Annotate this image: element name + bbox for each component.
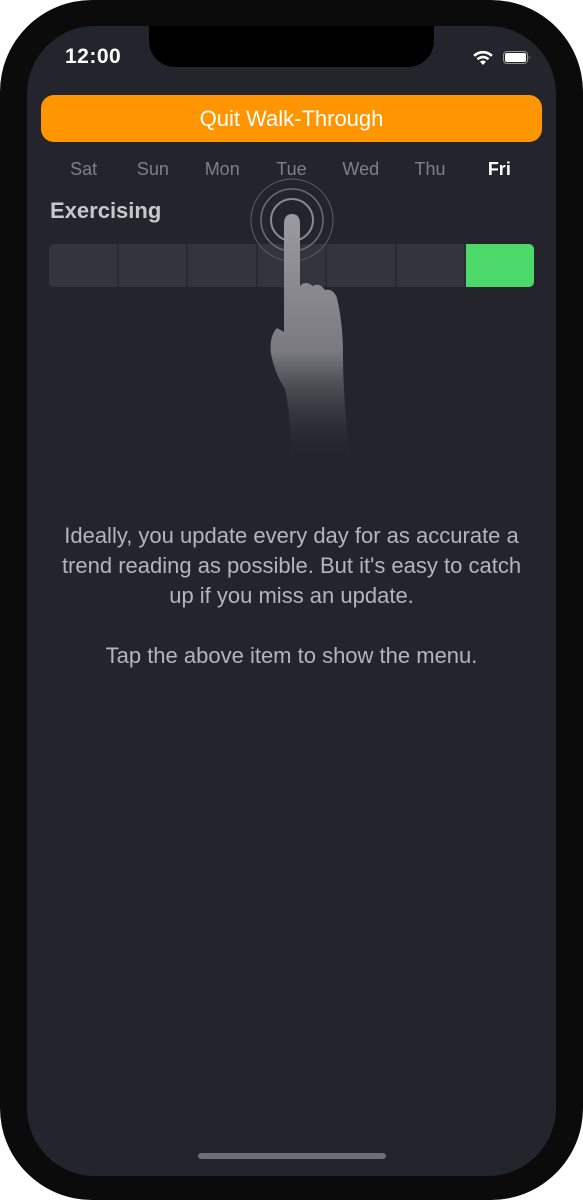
habit-cell-sun[interactable] [119,244,189,287]
habit-name: Exercising [50,198,162,223]
screen: 12:00 Quit Walk-Through Sat Sun Mon Tue … [27,26,556,1176]
day-sat[interactable]: Sat [49,154,118,184]
home-indicator[interactable] [198,1153,386,1159]
habit-cell-fri[interactable] [466,244,534,287]
walkthrough-message: Ideally, you update every day for as acc… [49,521,534,671]
day-thu[interactable]: Thu [395,154,464,184]
message-paragraph-1: Ideally, you update every day for as acc… [61,523,522,608]
wifi-icon [473,50,493,65]
day-sun[interactable]: Sun [118,154,187,184]
notch [149,26,434,67]
day-fri[interactable]: Fri [465,154,534,184]
battery-icon [503,51,530,64]
tap-finger-icon [250,178,351,464]
device-frame: 12:00 Quit Walk-Through Sat Sun Mon Tue … [0,0,583,1200]
habit-cell-thu[interactable] [397,244,467,287]
message-paragraph-2: Tap the above item to show the menu. [105,643,478,668]
habit-cell-sat[interactable] [49,244,119,287]
quit-walkthrough-button[interactable]: Quit Walk-Through [41,95,542,142]
status-time: 12:00 [65,45,122,68]
